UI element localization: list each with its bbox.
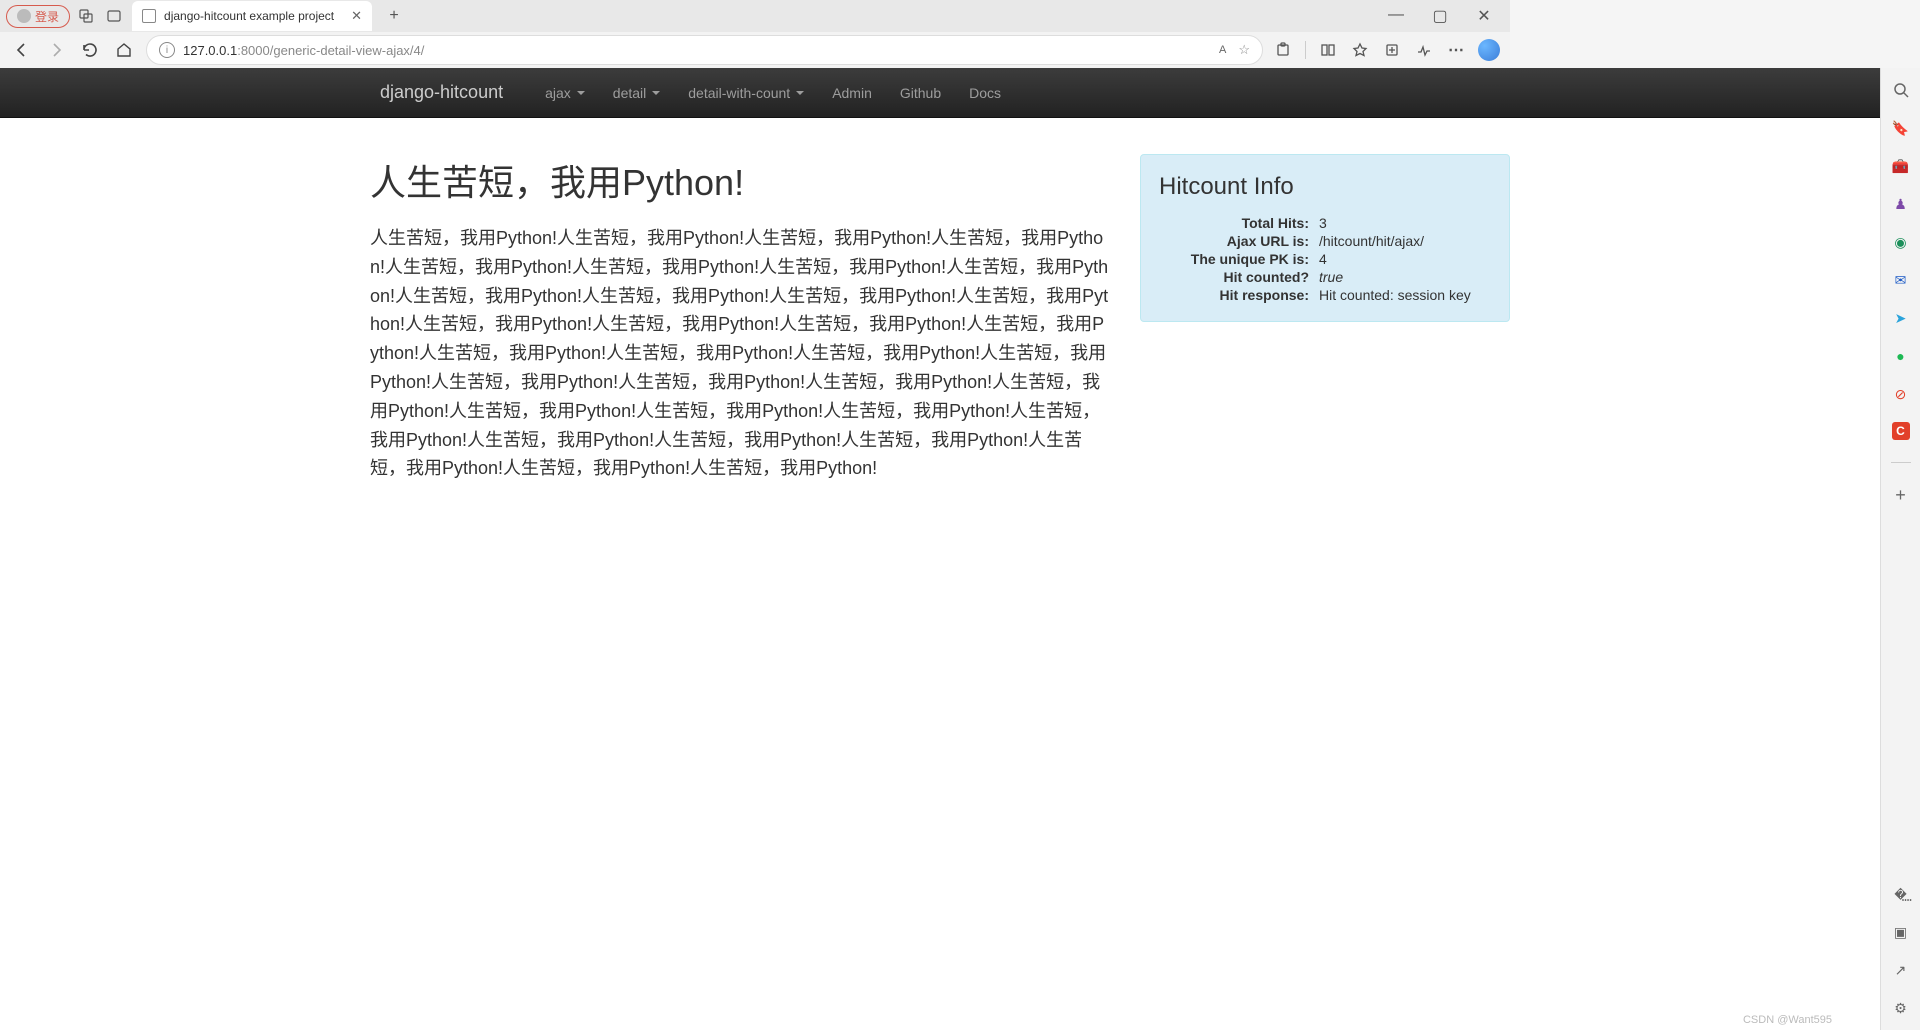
login-label: 登录 <box>35 8 59 25</box>
refresh-button[interactable] <box>78 38 102 62</box>
chevron-down-icon <box>796 91 804 95</box>
hitcount-row-value: /hitcount/hit/ajax/ <box>1319 233 1491 249</box>
sidebar-share-icon[interactable]: ↗ <box>1891 960 1911 980</box>
page-title: 人生苦短，我用Python! <box>370 154 1110 206</box>
sidebar-screenshot-icon[interactable]: �⵿ <box>1891 884 1911 904</box>
nav-item-label: detail <box>613 85 646 101</box>
site-info-icon[interactable]: i <box>159 42 175 58</box>
sidebar-collapse-icon[interactable]: ▣ <box>1891 922 1911 942</box>
nav-item-label: Admin <box>832 85 872 101</box>
sidebar-tag-icon[interactable]: 🔖 <box>1891 118 1911 138</box>
sidebar-settings-icon[interactable]: ⚙ <box>1891 998 1911 1018</box>
collections-icon[interactable] <box>1382 40 1402 60</box>
hitcount-row-label: The unique PK is: <box>1159 251 1319 267</box>
favorite-icon[interactable]: ☆ <box>1238 42 1250 58</box>
hitcount-row-label: Hit counted? <box>1159 269 1319 285</box>
tab-title: django-hitcount example project <box>164 9 334 23</box>
menu-icon[interactable]: ⋯ <box>1446 40 1466 60</box>
tab-bar: 登录 django-hitcount example project ✕ + —… <box>0 0 1510 32</box>
login-button[interactable]: 登录 <box>6 5 70 28</box>
browser-tab[interactable]: django-hitcount example project ✕ <box>132 1 372 31</box>
sidebar-c-icon[interactable]: C <box>1892 422 1910 440</box>
watermark: CSDN @Want595 <box>1743 1014 1832 1026</box>
forward-button[interactable] <box>44 38 68 62</box>
content-container: 人生苦短，我用Python! 人生苦短，我用Python!人生苦短，我用Pyth… <box>370 118 1510 483</box>
nav-item-label: Docs <box>969 85 1001 101</box>
sidebar-telegram-icon[interactable]: ➤ <box>1891 308 1911 328</box>
hitcount-panel: Hitcount Info Total Hits:3Ajax URL is:/h… <box>1140 154 1510 322</box>
home-button[interactable] <box>112 38 136 62</box>
tab-overview-icon[interactable] <box>102 4 126 28</box>
edge-sidebar: 🔖 🧰 ♟ ◉ ✉ ➤ ● ⊘ C + �⵿ ▣ ↗ ⚙ <box>1880 68 1920 1030</box>
page-icon <box>142 9 156 23</box>
hitcount-row-value: true <box>1319 269 1491 285</box>
user-icon <box>17 9 31 23</box>
hitcount-row-value: 3 <box>1319 215 1491 231</box>
nav-item-docs[interactable]: Docs <box>955 68 1015 118</box>
page-body: 人生苦短，我用Python!人生苦短，我用Python!人生苦短，我用Pytho… <box>370 224 1110 483</box>
nav-item-label: detail-with-count <box>688 85 790 101</box>
page-viewport: django-hitcount ajax detail detail-with-co… <box>0 68 1880 1030</box>
sidebar-add-icon[interactable]: + <box>1891 485 1911 505</box>
sidebar-edge-icon[interactable]: ◉ <box>1891 232 1911 252</box>
browser-chrome: 登录 django-hitcount example project ✕ + —… <box>0 0 1510 69</box>
split-screen-icon[interactable] <box>1318 40 1338 60</box>
sidebar-block-icon[interactable]: ⊘ <box>1891 384 1911 404</box>
nav-item-admin[interactable]: Admin <box>818 68 886 118</box>
minimize-button[interactable]: — <box>1382 6 1410 26</box>
close-tab-icon[interactable]: ✕ <box>351 8 362 24</box>
favorites-bar-icon[interactable] <box>1350 40 1370 60</box>
copilot-icon[interactable] <box>1478 39 1500 61</box>
side-column: Hitcount Info Total Hits:3Ajax URL is:/h… <box>1140 154 1510 483</box>
maximize-button[interactable]: ▢ <box>1426 6 1454 26</box>
hitcount-row-label: Hit response: <box>1159 287 1319 303</box>
hitcount-list: Total Hits:3Ajax URL is:/hitcount/hit/aj… <box>1159 215 1491 303</box>
sidebar-games-icon[interactable]: ♟ <box>1891 194 1911 214</box>
url-field[interactable]: i 127.0.0.1:8000/generic-detail-view-aja… <box>146 35 1263 65</box>
nav-item-detail-with-count[interactable]: detail-with-count <box>674 68 818 118</box>
hitcount-row-value: Hit counted: session key <box>1319 287 1491 303</box>
sidebar-spotify-icon[interactable]: ● <box>1891 346 1911 366</box>
hitcount-panel-title: Hitcount Info <box>1159 173 1491 201</box>
sidebar-separator <box>1891 462 1911 463</box>
brand[interactable]: django-hitcount <box>370 82 513 103</box>
url-text: 127.0.0.1:8000/generic-detail-view-ajax/… <box>183 43 424 58</box>
new-tab-button[interactable]: + <box>382 4 406 28</box>
toolbar-icons: ⋯ <box>1273 39 1500 61</box>
nav-item-label: Github <box>900 85 941 101</box>
back-button[interactable] <box>10 38 34 62</box>
hitcount-row-value: 4 <box>1319 251 1491 267</box>
sidebar-toolbox-icon[interactable]: 🧰 <box>1891 156 1911 176</box>
main-column: 人生苦短，我用Python! 人生苦短，我用Python!人生苦短，我用Pyth… <box>370 154 1110 483</box>
hitcount-row-label: Ajax URL is: <box>1159 233 1319 249</box>
workspaces-icon[interactable] <box>74 4 98 28</box>
chevron-down-icon <box>652 91 660 95</box>
read-aloud-icon[interactable]: A <box>1219 44 1226 56</box>
nav-item-label: ajax <box>545 85 571 101</box>
performance-icon[interactable] <box>1414 40 1434 60</box>
sidebar-outlook-icon[interactable]: ✉ <box>1891 270 1911 290</box>
close-window-button[interactable]: ✕ <box>1470 6 1498 26</box>
nav-item-detail[interactable]: detail <box>599 68 674 118</box>
address-bar: i 127.0.0.1:8000/generic-detail-view-aja… <box>0 32 1510 68</box>
extensions-icon[interactable] <box>1273 40 1293 60</box>
chevron-down-icon <box>577 91 585 95</box>
nav-item-ajax[interactable]: ajax <box>531 68 599 118</box>
hitcount-row-label: Total Hits: <box>1159 215 1319 231</box>
window-controls: — ▢ ✕ <box>1382 6 1510 26</box>
site-navbar: django-hitcount ajax detail detail-with-co… <box>0 68 1880 118</box>
nav-item-github[interactable]: Github <box>886 68 955 118</box>
sidebar-search-icon[interactable] <box>1891 80 1911 100</box>
